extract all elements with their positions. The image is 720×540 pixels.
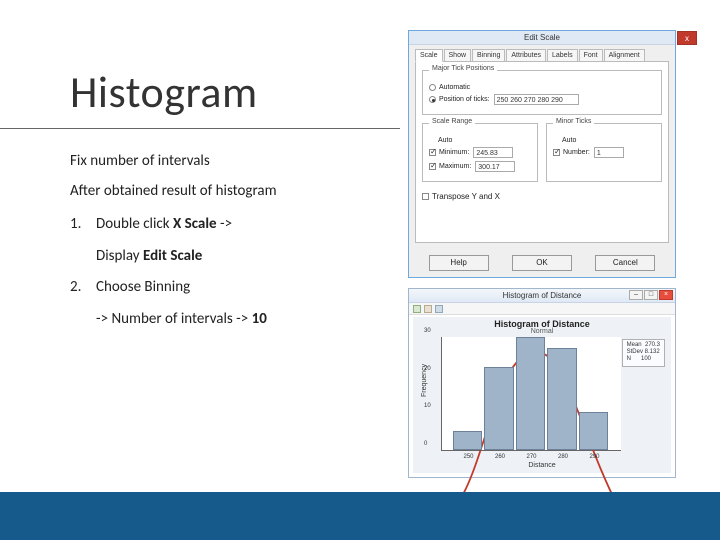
toolbar-icon[interactable]	[435, 305, 443, 313]
close-button[interactable]: x	[677, 31, 697, 45]
position-input[interactable]: 250 260 270 280 290	[494, 94, 579, 105]
stat-stdev-value: 8.132	[645, 349, 660, 355]
x-tick-label: 280	[558, 454, 568, 460]
maximum-label: Maximum:	[439, 163, 471, 170]
x-tick-label: 290	[589, 454, 599, 460]
stat-stdev-label: StDev	[627, 349, 643, 355]
major-tick-fieldset: Major Tick Positions Automatic Position …	[422, 70, 662, 115]
title-rule	[0, 128, 400, 129]
chart-area: Histogram of Distance Normal Mean 270.3 …	[413, 317, 671, 473]
minimum-row: Minimum: 245.83	[429, 147, 531, 158]
radio-icon	[429, 84, 436, 91]
stats-box: Mean 270.3 StDev 8.132 N 100	[622, 339, 665, 367]
histogram-bar	[516, 337, 546, 450]
intro-line-2: After obtained result of histogram	[70, 179, 410, 205]
y-tick-label: 10	[424, 403, 431, 409]
body-text: Fix number of intervals After obtained r…	[70, 145, 410, 332]
histogram-window-title: Histogram of Distance	[503, 291, 582, 300]
stat-n-label: N	[627, 356, 631, 362]
step-row: 1. Double click X Scale ->	[70, 212, 410, 238]
maximize-button[interactable]: □	[644, 290, 658, 300]
step-sub: -> Number of intervals -> 10	[96, 307, 410, 333]
x-axis-title: Distance	[413, 462, 671, 469]
plot: 0102030250260270280290	[441, 337, 621, 451]
step-content: Choose Binning	[96, 275, 410, 301]
minimum-input[interactable]: 245.83	[473, 147, 513, 158]
dialog-panel: Major Tick Positions Automatic Position …	[415, 61, 669, 243]
step-bold: X Scale	[173, 215, 217, 233]
minor-auto-label-row: Auto	[553, 137, 655, 144]
transpose-checkbox[interactable]	[422, 193, 429, 200]
histogram-titlebar: Histogram of Distance – □ ×	[409, 289, 675, 303]
step-sub: Display Edit Scale	[96, 244, 410, 270]
toolbar-icon[interactable]	[424, 305, 432, 313]
minimize-button[interactable]: –	[629, 290, 643, 300]
histogram-bar	[453, 431, 483, 450]
step-number: 2.	[70, 275, 96, 301]
y-tick-label: 0	[424, 441, 427, 447]
y-tick-label: 30	[424, 328, 431, 334]
maximum-checkbox[interactable]	[429, 163, 436, 170]
stat-n-value: 100	[641, 356, 651, 362]
radio-position-row[interactable]: Position of ticks: 250 260 270 280 290	[429, 94, 655, 105]
histogram-window: Histogram of Distance – □ × Histogram of…	[408, 288, 676, 478]
ok-button[interactable]: OK	[512, 255, 572, 271]
x-tick-label: 250	[463, 454, 473, 460]
step-sub-text: -> Number of intervals ->	[96, 310, 248, 328]
help-button[interactable]: Help	[429, 255, 489, 271]
stat-mean-label: Mean	[627, 342, 642, 348]
step-sub-text: Display	[96, 247, 140, 265]
minor-number-checkbox[interactable]	[553, 149, 560, 156]
toolbar-icon[interactable]	[413, 305, 421, 313]
chart-subtitle: Normal	[413, 328, 671, 335]
edit-scale-dialog: Edit Scale x Scale Show Binning Attribut…	[408, 30, 676, 278]
cancel-button[interactable]: Cancel	[595, 255, 655, 271]
transpose-row[interactable]: Transpose Y and X	[422, 192, 662, 201]
step-row: 2. Choose Binning	[70, 275, 410, 301]
major-tick-legend: Major Tick Positions	[429, 65, 497, 72]
scale-range-legend: Scale Range	[429, 118, 475, 125]
minor-number-row: Number: 1	[553, 147, 655, 158]
radio-icon	[429, 96, 436, 103]
step-sub-bold: Edit Scale	[143, 247, 202, 265]
step-text: Choose Binning	[96, 278, 190, 296]
intro-line-1: Fix number of intervals	[70, 149, 410, 175]
dialog-title: Edit Scale	[524, 33, 560, 42]
radio-automatic-row[interactable]: Automatic	[429, 84, 655, 91]
radio-automatic-label: Automatic	[439, 84, 470, 91]
x-tick-label: 270	[526, 454, 536, 460]
maximum-input[interactable]: 300.17	[475, 161, 515, 172]
step-number: 1.	[70, 212, 96, 238]
range-auto-label-row: Auto	[429, 137, 531, 144]
page-title: Histogram	[70, 65, 258, 119]
tab-scale[interactable]: Scale	[415, 49, 443, 62]
range-auto-label: Auto	[438, 137, 452, 144]
step-arrow: ->	[220, 215, 232, 233]
minor-ticks-legend: Minor Ticks	[553, 118, 594, 125]
y-tick-label: 20	[424, 366, 431, 372]
minor-number-input[interactable]: 1	[594, 147, 624, 158]
histogram-toolbar	[409, 303, 675, 315]
step-content: Double click X Scale ->	[96, 212, 410, 238]
close-button[interactable]: ×	[659, 290, 673, 300]
transpose-label: Transpose Y and X	[432, 192, 500, 201]
footer-bar	[0, 492, 720, 540]
minimum-label: Minimum:	[439, 149, 469, 156]
radio-position-label: Position of ticks:	[439, 96, 490, 103]
step-text: Double click	[96, 215, 170, 233]
x-tick-label: 260	[495, 454, 505, 460]
histogram-bar	[547, 348, 577, 450]
minor-auto-label: Auto	[562, 137, 576, 144]
stat-mean-value: 270.3	[645, 342, 660, 348]
histogram-bar	[484, 367, 514, 450]
step-sub-bold: 10	[252, 310, 267, 328]
histogram-bar	[579, 412, 609, 450]
dialog-buttons: Help OK Cancel	[409, 255, 675, 271]
minor-ticks-fieldset: Minor Ticks Auto Number: 1	[546, 123, 662, 182]
maximum-row: Maximum: 300.17	[429, 161, 531, 172]
minor-number-label: Number:	[563, 149, 590, 156]
dialog-titlebar: Edit Scale	[409, 31, 675, 45]
scale-range-fieldset: Scale Range Auto Minimum: 245.83 Maximum…	[422, 123, 538, 182]
minimum-checkbox[interactable]	[429, 149, 436, 156]
